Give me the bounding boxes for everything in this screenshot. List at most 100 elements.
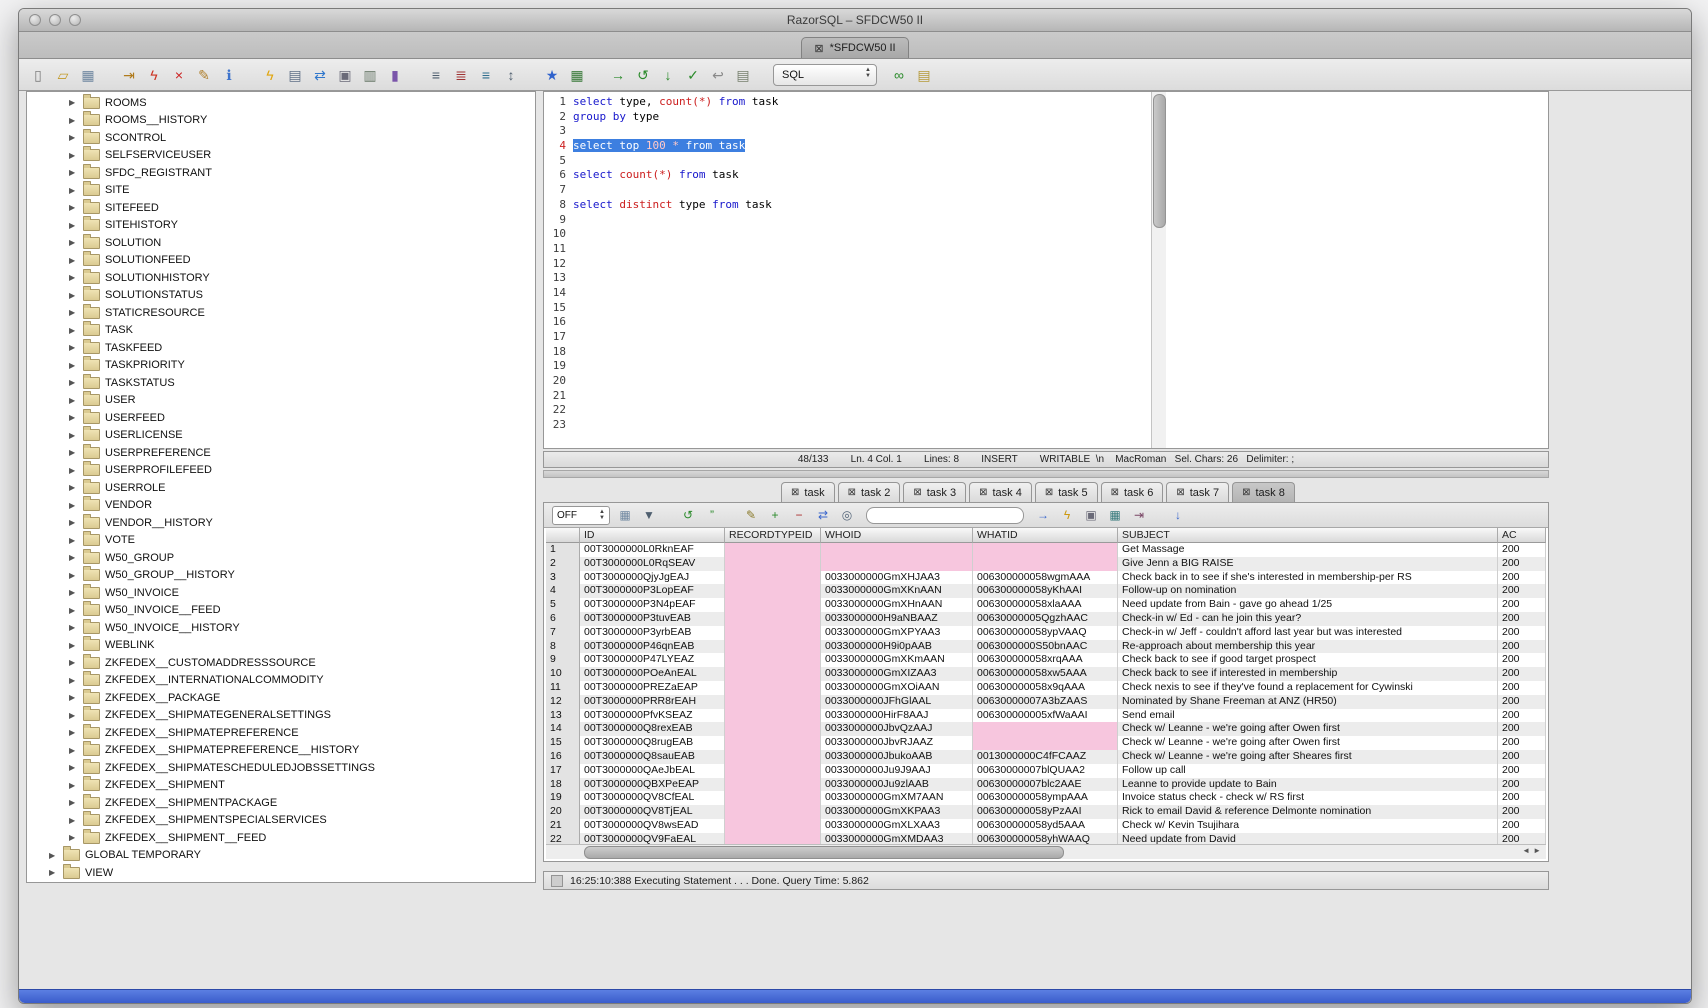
copy-results-icon[interactable]: ▣ [1082, 506, 1100, 524]
cell-ac[interactable]: 200 [1498, 778, 1546, 792]
cell-id[interactable]: 00T3000000PfvKSEAZ [580, 709, 725, 723]
tree-item-vendor[interactable]: ▶VENDOR [27, 497, 535, 515]
editor-line[interactable]: 20 [544, 374, 1548, 389]
tree-item-sfdc-registrant[interactable]: ▶SFDC_REGISTRANT [27, 164, 535, 182]
cell-ac[interactable]: 200 [1498, 791, 1546, 805]
results-table[interactable]: IDRECORDTYPEIDWHOIDWHATIDSUBJECTAC100T30… [546, 528, 1546, 844]
cell-subject[interactable]: Leanne to provide update to Bain [1118, 778, 1498, 792]
cell-subject[interactable]: Give Jenn a BIG RAISE [1118, 557, 1498, 571]
cell-id[interactable]: 00T3000000P47LYEAZ [580, 653, 725, 667]
table-row[interactable]: 900T3000000P47LYEAZ0033000000GmXKmAAN006… [546, 653, 1546, 667]
delete-row-icon[interactable]: − [790, 506, 808, 524]
column-header-recordtypeid[interactable]: RECORDTYPEID [725, 528, 821, 543]
tree-item-zkfedex-shipment-feed[interactable]: ▶ZKFEDEX__SHIPMENT__FEED [27, 829, 535, 847]
cell-whoid[interactable] [821, 557, 973, 571]
disclosure-triangle-icon[interactable]: ▶ [69, 711, 78, 720]
results-log-icon[interactable]: ▤ [915, 66, 933, 84]
cell-whoid[interactable]: 0033000000GmXPYAA3 [821, 626, 973, 640]
disclosure-triangle-icon[interactable]: ▶ [69, 308, 78, 317]
tree-item-zkfedex-shipmentspecialservices[interactable]: ▶ZKFEDEX__SHIPMENTSPECIALSERVICES [27, 812, 535, 830]
cell-whoid[interactable]: 0033000000GmXKmAAN [821, 653, 973, 667]
column-header-rownum[interactable] [546, 528, 580, 543]
tree-item-scontrol[interactable]: ▶SCONTROL [27, 129, 535, 147]
cell-rownum[interactable]: 18 [546, 778, 580, 792]
editor-line[interactable]: 23 [544, 418, 1548, 433]
cell-recordtypeid[interactable] [725, 571, 821, 585]
tree-item-vote[interactable]: ▶VOTE [27, 532, 535, 550]
execute-bolt-icon[interactable]: ϟ [261, 66, 279, 84]
cell-subject[interactable]: Re-approach about membership this year [1118, 640, 1498, 654]
cell-subject[interactable]: Check w/ Leanne - we're going after Shea… [1118, 750, 1498, 764]
table-row[interactable]: 2100T3000000QV8wsEAD0033000000GmXLXAA300… [546, 819, 1546, 833]
table-row[interactable]: 1600T3000000Q8sauEAB0033000000JbukoAAB00… [546, 750, 1546, 764]
cell-whoid[interactable] [821, 543, 973, 557]
cell-whatid[interactable]: 006300000058xrqAAA [973, 653, 1118, 667]
cell-rownum[interactable]: 12 [546, 695, 580, 709]
cell-whoid[interactable]: 0033000000Ju9J9AAJ [821, 764, 973, 778]
cell-rownum[interactable]: 6 [546, 612, 580, 626]
cell-whoid[interactable]: 0033000000JbukoAAB [821, 750, 973, 764]
tree-item-sitehistory[interactable]: ▶SITEHISTORY [27, 217, 535, 235]
cell-whatid[interactable]: 006300000058x9qAAA [973, 681, 1118, 695]
tree-item-solutionstatus[interactable]: ▶SOLUTIONSTATUS [27, 287, 535, 305]
tree-item-w50-invoice-history[interactable]: ▶W50_INVOICE__HISTORY [27, 619, 535, 637]
cell-recordtypeid[interactable] [725, 681, 821, 695]
editor-line[interactable]: 19 [544, 359, 1548, 374]
cell-subject[interactable]: Follow up call [1118, 764, 1498, 778]
tree-item-zkfedex-shipmentpackage[interactable]: ▶ZKFEDEX__SHIPMENTPACKAGE [27, 794, 535, 812]
edit-connection-icon[interactable]: ✎ [195, 66, 213, 84]
cell-recordtypeid[interactable] [725, 736, 821, 750]
cell-subject[interactable]: Rick to email David & reference Delmonte… [1118, 805, 1498, 819]
cell-whoid[interactable]: 0033000000HirF8AAJ [821, 709, 973, 723]
cell-id[interactable]: 00T3000000POeAnEAL [580, 667, 725, 681]
cell-rownum[interactable]: 17 [546, 764, 580, 778]
disclosure-triangle-icon[interactable]: ▶ [69, 466, 78, 475]
cell-whoid[interactable]: 0033000000GmXHJAA3 [821, 571, 973, 585]
cell-whatid[interactable]: 006300000058yPzAAI [973, 805, 1118, 819]
save-results-icon[interactable]: ▦ [616, 506, 634, 524]
table-row[interactable]: 1200T3000000PRR8rEAH0033000000JFhGlAAL00… [546, 695, 1546, 709]
tree-item-zkfedex-shipmatepreference-history[interactable]: ▶ZKFEDEX__SHIPMATEPREFERENCE__HISTORY [27, 742, 535, 760]
cell-recordtypeid[interactable] [725, 750, 821, 764]
import-icon[interactable]: ⇥ [120, 66, 138, 84]
tab-close-icon[interactable]: ⊠ [1111, 487, 1119, 498]
window-titlebar[interactable]: RazorSQL – SFDCW50 II [19, 9, 1691, 32]
cell-rownum[interactable]: 13 [546, 709, 580, 723]
schema-book-icon[interactable]: ▮ [386, 66, 404, 84]
results-tab-task-6[interactable]: ⊠task 6 [1101, 482, 1164, 502]
results-tab-task-3[interactable]: ⊠task 3 [903, 482, 966, 502]
cell-recordtypeid[interactable] [725, 598, 821, 612]
cell-ac[interactable]: 200 [1498, 722, 1546, 736]
cell-rownum[interactable]: 14 [546, 722, 580, 736]
cell-ac[interactable]: 200 [1498, 543, 1546, 557]
tab-close-icon[interactable]: ⊠ [848, 487, 856, 498]
cell-recordtypeid[interactable] [725, 695, 821, 709]
cell-id[interactable]: 00T3000000QBXPeEAP [580, 778, 725, 792]
cell-subject[interactable]: Check w/ Leanne - we're going after Owen… [1118, 722, 1498, 736]
cell-rownum[interactable]: 2 [546, 557, 580, 571]
tree-item-userfeed[interactable]: ▶USERFEED [27, 409, 535, 427]
table-row[interactable]: 1800T3000000QBXPeEAP0033000000Ju9zlAAB00… [546, 778, 1546, 792]
cell-whoid[interactable]: 0033000000JbvRJAAZ [821, 736, 973, 750]
cell-whoid[interactable]: 0033000000GmXMDAA3 [821, 833, 973, 844]
run-arrow-icon[interactable]: → [609, 66, 627, 84]
favorites-star-icon[interactable]: ★ [543, 66, 561, 84]
cell-recordtypeid[interactable] [725, 722, 821, 736]
editor-line[interactable]: 11 [544, 242, 1548, 257]
cell-recordtypeid[interactable] [725, 833, 821, 844]
editor-line[interactable]: 18 [544, 345, 1548, 360]
cell-ac[interactable]: 200 [1498, 626, 1546, 640]
cell-subject[interactable]: Check w/ Leanne - we're going after Owen… [1118, 736, 1498, 750]
cell-whatid[interactable]: 00630000007blc2AAE [973, 778, 1118, 792]
cell-whatid[interactable]: 006300000058ympAAA [973, 791, 1118, 805]
cell-ac[interactable]: 200 [1498, 681, 1546, 695]
cell-rownum[interactable]: 15 [546, 736, 580, 750]
tree-item-zkfedex-package[interactable]: ▶ZKFEDEX__PACKAGE [27, 689, 535, 707]
undo-icon[interactable]: ↩ [709, 66, 727, 84]
table-row[interactable]: 1400T3000000Q8rexEAB0033000000JbvQzAAJCh… [546, 722, 1546, 736]
cell-recordtypeid[interactable] [725, 805, 821, 819]
cell-id[interactable]: 00T3000000PREZaEAP [580, 681, 725, 695]
disclosure-triangle-icon[interactable]: ▶ [69, 501, 78, 510]
cell-id[interactable]: 00T3000000L0RqSEAV [580, 557, 725, 571]
tree-item-taskpriority[interactable]: ▶TASKPRIORITY [27, 357, 535, 375]
